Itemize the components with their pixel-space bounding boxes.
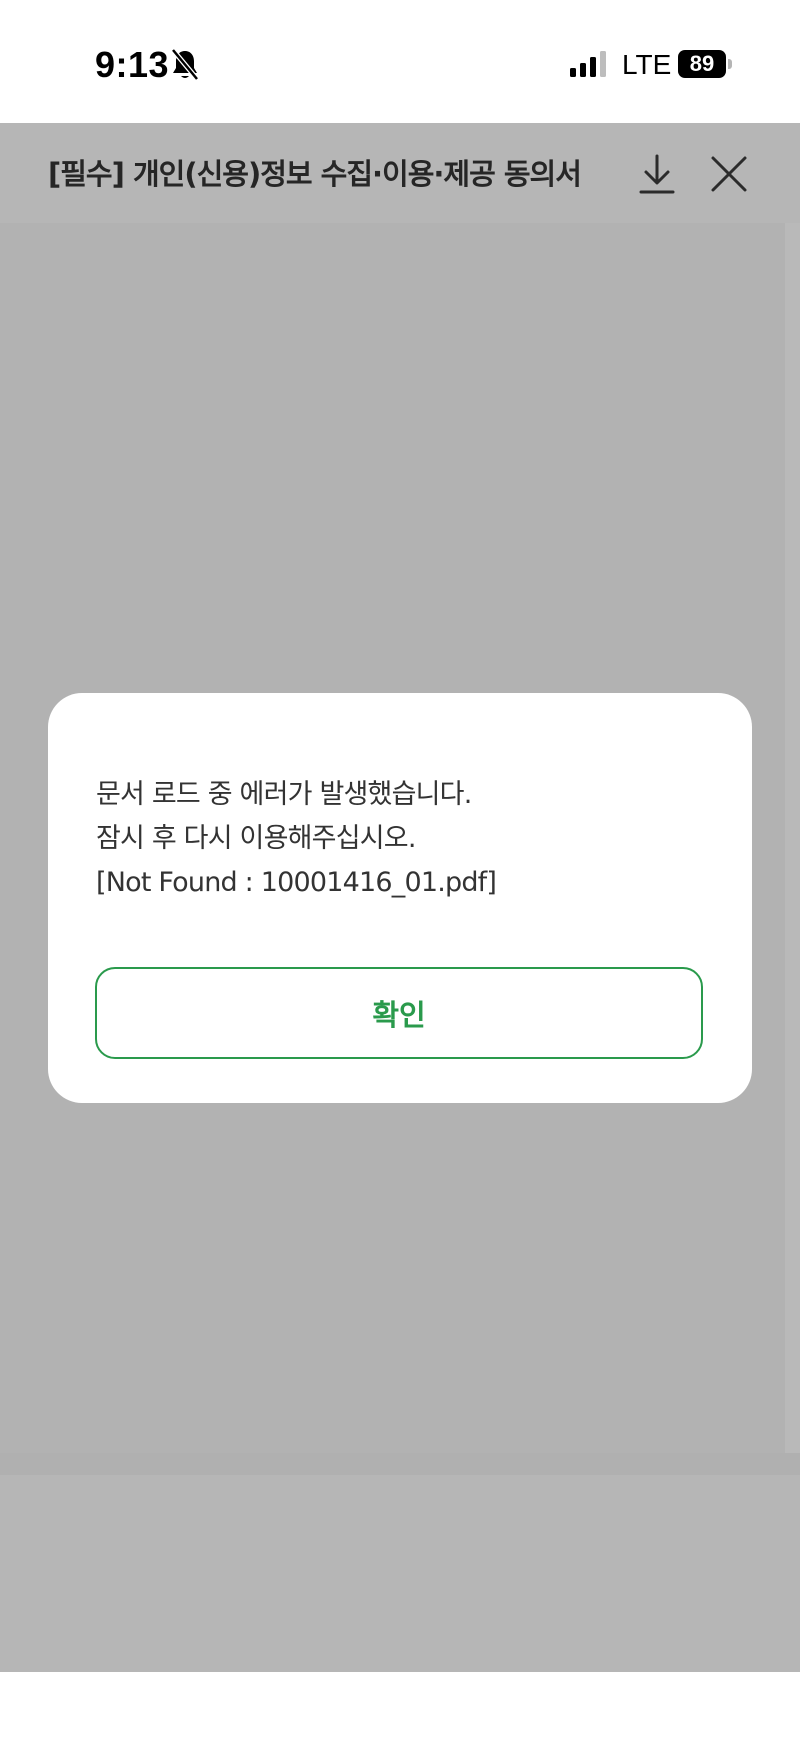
download-icon <box>639 154 675 194</box>
status-bar: 9:13 LTE 89 <box>0 0 800 123</box>
status-time: 9:13 <box>95 44 170 85</box>
bell-slash-icon <box>171 48 199 81</box>
confirm-button[interactable]: 확인 <box>95 967 703 1059</box>
error-detail-line: [Not Found : 10001416_01.pdf] <box>96 867 497 898</box>
battery-cap <box>728 59 732 69</box>
battery-icon: 89 <box>678 50 734 78</box>
page-divider <box>0 1453 800 1475</box>
page-title: [필수] 개인(신용)정보 수집·이용·제공 동의서 <box>48 157 582 191</box>
battery-level: 89 <box>678 50 726 78</box>
bottom-safe-area <box>0 1672 800 1740</box>
document-scrollbar[interactable] <box>785 223 800 1453</box>
download-button[interactable] <box>632 149 682 199</box>
close-button[interactable] <box>704 149 754 199</box>
error-dialog: 문서 로드 중 에러가 발생했습니다. 잠시 후 다시 이용해주십시오. [No… <box>48 693 752 1103</box>
network-label: LTE <box>622 49 672 80</box>
close-icon <box>711 156 747 192</box>
retry-message-line: 잠시 후 다시 이용해주십시오. <box>96 823 416 854</box>
dialog-message: 문서 로드 중 에러가 발생했습니다. 잠시 후 다시 이용해주십시오. [No… <box>96 773 716 905</box>
signal-bars-icon <box>570 51 606 77</box>
error-message-line: 문서 로드 중 에러가 발생했습니다. <box>96 779 472 810</box>
document-header: [필수] 개인(신용)정보 수집·이용·제공 동의서 <box>0 123 800 223</box>
